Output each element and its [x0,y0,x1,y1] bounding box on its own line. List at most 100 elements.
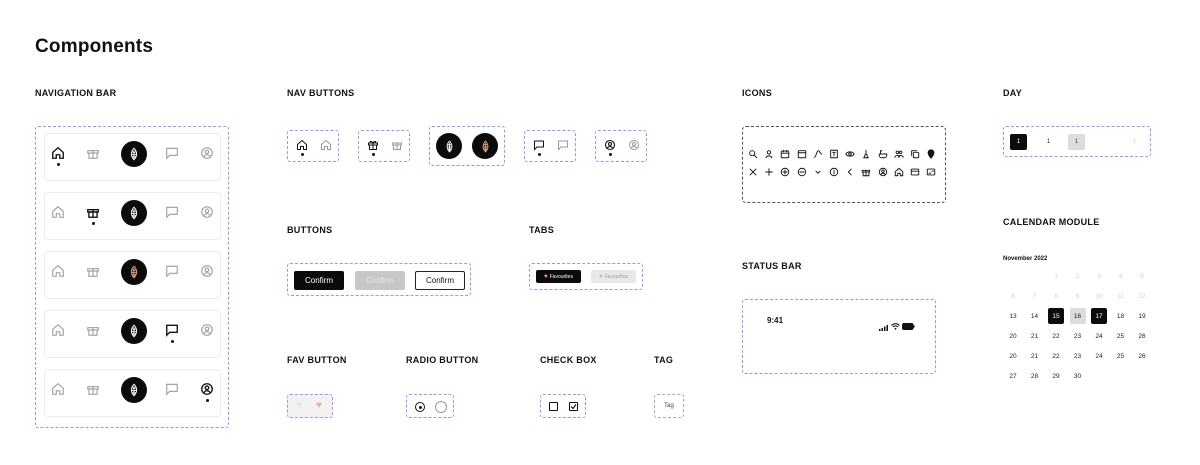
calendar-day[interactable]: 22 [1048,348,1064,364]
calendar-day[interactable]: 6 [1005,288,1021,304]
eye-icon [845,149,855,159]
section-status-bar: STATUS BAR [742,261,802,271]
calendar-day[interactable]: 24 [1091,348,1107,364]
calendar-day[interactable]: 19 [1134,308,1150,324]
tab-favourites-inactive[interactable]: ♥ Favourites [591,270,636,283]
calendar-day[interactable]: 10 [1091,288,1107,304]
profile-icon[interactable] [604,139,616,151]
calendar-day[interactable]: 5 [1134,268,1150,284]
calendar-day[interactable]: 25 [1113,348,1129,364]
calendar-day[interactable]: 8 [1048,288,1064,304]
profile-icon[interactable] [200,382,214,396]
leaf-fab-button-active[interactable] [472,133,498,159]
chat-icon[interactable] [557,139,569,151]
gift-icon[interactable] [86,146,100,160]
calendar-day[interactable]: 21 [1027,328,1043,344]
calendar-day[interactable]: 29 [1048,368,1064,384]
calendar-day[interactable]: 7 [1027,288,1043,304]
leaf-fab-button[interactable] [436,133,462,159]
chevron-down-icon [813,167,823,177]
profile-icon[interactable] [200,264,214,278]
calendar-day[interactable]: 22 [1048,328,1064,344]
calendar-day[interactable]: 21 [1027,348,1043,364]
calendar-day[interactable]: 26 [1134,348,1150,364]
home-icon[interactable] [320,139,332,151]
radio-unselected[interactable] [435,401,447,413]
gift-icon [861,167,871,177]
calendar-day[interactable]: 23 [1070,348,1086,364]
calendar-day[interactable]: 4 [1113,268,1129,284]
calendar-day[interactable]: 14 [1027,308,1043,324]
confirm-button-secondary[interactable]: Confirm [415,271,465,290]
calendar-day[interactable]: 24 [1091,328,1107,344]
day-selected[interactable]: 1 [1010,134,1027,150]
buttons-group: Confirm Confirm Confirm [287,263,471,296]
calendar-day[interactable]: 1 [1048,268,1064,284]
trend-icon [813,149,823,159]
radio-selected[interactable] [415,402,425,412]
chat-icon[interactable] [165,264,179,278]
profile-icon[interactable] [200,146,214,160]
chat-icon[interactable] [165,323,179,337]
calendar-day[interactable]: 3 [1091,268,1107,284]
home-icon[interactable] [51,205,65,219]
heart-filled-icon[interactable]: ♥ [316,400,322,411]
tab-label: Favourites [604,273,628,280]
profile-icon[interactable] [200,323,214,337]
status-bar-frame: 9:41 [742,299,936,374]
tab-favourites-active[interactable]: ♥ Favourites [536,270,581,283]
leaf-fab-button[interactable] [121,377,147,403]
leaf-fab-button[interactable] [121,200,147,226]
profile-icon[interactable] [200,205,214,219]
checkbox-unchecked[interactable] [549,402,558,411]
home-icon[interactable] [51,323,65,337]
calendar-day[interactable]: 15 [1048,308,1064,324]
home-icon[interactable] [51,382,65,396]
calendar-day[interactable]: 26 [1134,328,1150,344]
confirm-button-primary[interactable]: Confirm [294,271,344,290]
heart-icon[interactable]: ♥ [296,400,302,411]
chat-icon[interactable] [165,382,179,396]
calendar-day[interactable]: 25 [1113,328,1129,344]
calendar-day[interactable]: 20 [1005,328,1021,344]
calendar-day[interactable]: 16 [1069,308,1086,324]
section-check-box: CHECK BOX [540,355,597,365]
calendar-day[interactable]: 2 [1070,268,1086,284]
home-icon[interactable] [51,146,65,160]
calendar-day[interactable]: 9 [1070,288,1086,304]
chat-icon[interactable] [165,205,179,219]
calendar-day[interactable]: 28 [1027,368,1043,384]
calendar-day[interactable]: 17 [1091,308,1107,324]
chat-icon[interactable] [165,146,179,160]
home-icon[interactable] [51,264,65,278]
gift-icon[interactable] [86,205,100,219]
leaf-fab-button[interactable] [121,318,147,344]
gift-icon[interactable] [391,139,403,151]
profile-icon[interactable] [628,139,640,151]
calendar-day[interactable]: 11 [1113,288,1129,304]
calendar-day[interactable]: 30 [1070,368,1086,384]
gift-icon[interactable] [86,264,100,278]
active-dot [57,163,60,166]
calendar-icon [780,149,790,159]
calendar-day[interactable]: 23 [1070,328,1086,344]
fav-button-group: ♥ ♥ [287,394,333,418]
calendar-day[interactable]: 20 [1005,348,1021,364]
nav-button-home-group [287,130,339,162]
leaf-fab-button[interactable] [121,259,147,285]
leaf-fab-button[interactable] [121,141,147,167]
day-default[interactable]: 1 [1040,134,1057,150]
gift-icon[interactable] [86,323,100,337]
home-icon[interactable] [296,139,308,151]
gift-icon[interactable] [367,139,379,151]
chat-icon[interactable] [533,139,545,151]
gift-icon[interactable] [86,382,100,396]
day-range[interactable]: 1 [1068,134,1085,150]
checkbox-checked[interactable] [569,402,578,411]
active-dot [609,153,612,156]
radio-dot [418,405,422,409]
calendar-day[interactable]: 13 [1005,308,1021,324]
calendar-day[interactable]: 12 [1134,288,1150,304]
calendar-day[interactable]: 27 [1005,368,1021,384]
calendar-day[interactable]: 18 [1113,308,1129,324]
